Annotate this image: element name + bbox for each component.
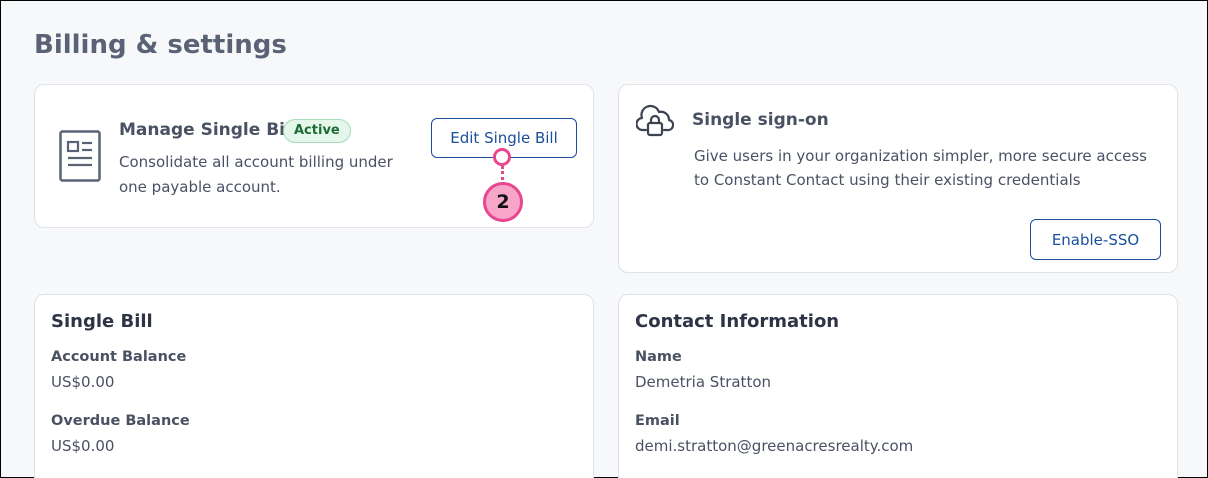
callout-pointer bbox=[493, 148, 511, 166]
enable-sso-button[interactable]: Enable-SSO bbox=[1030, 219, 1161, 260]
account-balance-value: US$0.00 bbox=[51, 373, 115, 391]
contact-name-label: Name bbox=[635, 349, 682, 365]
single-sign-on-title: Single sign-on bbox=[692, 110, 829, 130]
manage-single-bill-title: Manage Single Bill bbox=[119, 120, 297, 140]
callout-number-badge: 2 bbox=[483, 182, 523, 222]
account-balance-label: Account Balance bbox=[51, 349, 187, 365]
single-sign-on-card: Single sign-on Give users in your organi… bbox=[618, 84, 1178, 273]
contact-information-title: Contact Information bbox=[635, 311, 840, 332]
contact-email-value: demi.stratton@greenacresrealty.com bbox=[635, 437, 914, 455]
page-title: Billing & settings bbox=[34, 30, 287, 60]
document-icon bbox=[59, 130, 101, 182]
manage-single-bill-description: Consolidate all account billing under on… bbox=[119, 153, 393, 196]
contact-information-card: Contact Information Name Demetria Stratt… bbox=[618, 294, 1178, 478]
overdue-balance-label: Overdue Balance bbox=[51, 413, 190, 429]
contact-email-label: Email bbox=[635, 413, 680, 429]
contact-name-value: Demetria Stratton bbox=[635, 373, 772, 391]
single-bill-card: Single Bill Account Balance US$0.00 Over… bbox=[34, 294, 594, 478]
single-sign-on-description: Give users in your organization simpler,… bbox=[694, 147, 1147, 189]
overdue-balance-value: US$0.00 bbox=[51, 437, 115, 455]
single-bill-title: Single Bill bbox=[51, 311, 153, 332]
status-badge: Active bbox=[283, 119, 351, 143]
cloud-lock-icon bbox=[636, 104, 674, 137]
